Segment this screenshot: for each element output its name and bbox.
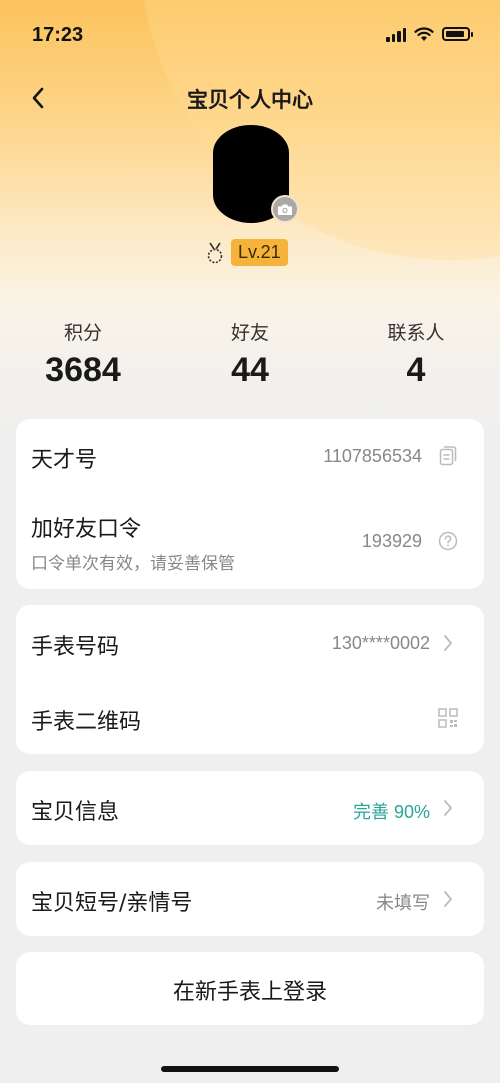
status-bar: 17:23 xyxy=(0,0,500,70)
status-icons xyxy=(386,26,473,42)
navigation-bar: 宝贝个人中心 xyxy=(0,78,500,118)
level-row: Lv.21 xyxy=(205,239,288,266)
status-time: 17:23 xyxy=(32,24,84,46)
chevron-right-icon xyxy=(438,798,458,818)
page-title: 宝贝个人中心 xyxy=(187,88,313,112)
genius-number-label: 天才号 xyxy=(31,448,98,473)
short-number-label: 宝贝短号/亲情号 xyxy=(31,891,193,916)
baby-info-label: 宝贝信息 xyxy=(31,800,120,825)
chevron-right-icon xyxy=(438,889,458,909)
watch-qr-row[interactable]: 手表二维码 xyxy=(16,680,484,754)
watch-qr-label: 手表二维码 xyxy=(31,710,142,735)
genius-number-value: 1107856534 xyxy=(323,446,422,466)
stat-friends[interactable]: 好友 44 xyxy=(180,318,320,390)
help-button[interactable] xyxy=(438,531,458,551)
baby-info-card: 宝贝信息 完善 90% xyxy=(16,771,484,845)
account-card: 天才号 1107856534 加好友口令 口令单次有效，请妥善保管 193929 xyxy=(16,419,484,589)
question-circle-icon xyxy=(438,531,458,551)
medal-icon xyxy=(207,242,223,263)
chevron-right-icon xyxy=(438,633,458,653)
baby-info-row[interactable]: 宝贝信息 完善 90% xyxy=(16,771,484,845)
genius-number-row[interactable]: 天才号 1107856534 xyxy=(16,419,484,494)
login-new-watch-button[interactable]: 在新手表上登录 xyxy=(16,952,484,1025)
battery-icon xyxy=(442,27,473,41)
friend-code-hint: 口令单次有效，请妥善保管 xyxy=(31,554,235,574)
stat-contacts[interactable]: 联系人 4 xyxy=(346,318,486,390)
change-avatar-button[interactable] xyxy=(271,195,299,223)
stats-row: 积分 3684 好友 44 联系人 4 xyxy=(0,318,500,398)
avatar-container xyxy=(213,125,299,223)
friend-code-label: 加好友口令 xyxy=(31,517,142,542)
short-number-row[interactable]: 宝贝短号/亲情号 未填写 xyxy=(16,862,484,936)
stat-points[interactable]: 积分 3684 xyxy=(13,318,153,390)
copy-icon xyxy=(439,446,457,466)
stat-value: 44 xyxy=(231,351,269,389)
watch-card: 手表号码 130****0002 手表二维码 xyxy=(16,605,484,754)
stat-label: 好友 xyxy=(230,322,269,344)
camera-icon xyxy=(278,204,292,215)
stat-value: 3684 xyxy=(45,351,121,389)
stat-label: 联系人 xyxy=(387,322,445,344)
short-number-value: 未填写 xyxy=(376,893,430,913)
wifi-icon xyxy=(414,26,434,41)
home-indicator[interactable] xyxy=(161,1066,339,1072)
watch-number-row[interactable]: 手表号码 130****0002 xyxy=(16,605,484,680)
watch-number-label: 手表号码 xyxy=(31,635,120,660)
watch-number-value: 130****0002 xyxy=(331,633,430,653)
copy-button[interactable] xyxy=(438,446,458,466)
login-new-watch-label: 在新手表上登录 xyxy=(172,980,327,1005)
baby-info-completion: 完善 90% xyxy=(352,802,430,822)
short-number-card: 宝贝短号/亲情号 未填写 xyxy=(16,862,484,936)
friend-code-row[interactable]: 加好友口令 口令单次有效，请妥善保管 193929 xyxy=(16,494,484,589)
stat-value: 4 xyxy=(406,351,426,389)
friend-code-value: 193929 xyxy=(361,531,422,551)
level-badge: Lv.21 xyxy=(231,239,288,266)
qr-code-icon xyxy=(438,708,458,728)
stat-label: 积分 xyxy=(63,322,102,344)
cellular-signal-icon xyxy=(386,26,406,42)
